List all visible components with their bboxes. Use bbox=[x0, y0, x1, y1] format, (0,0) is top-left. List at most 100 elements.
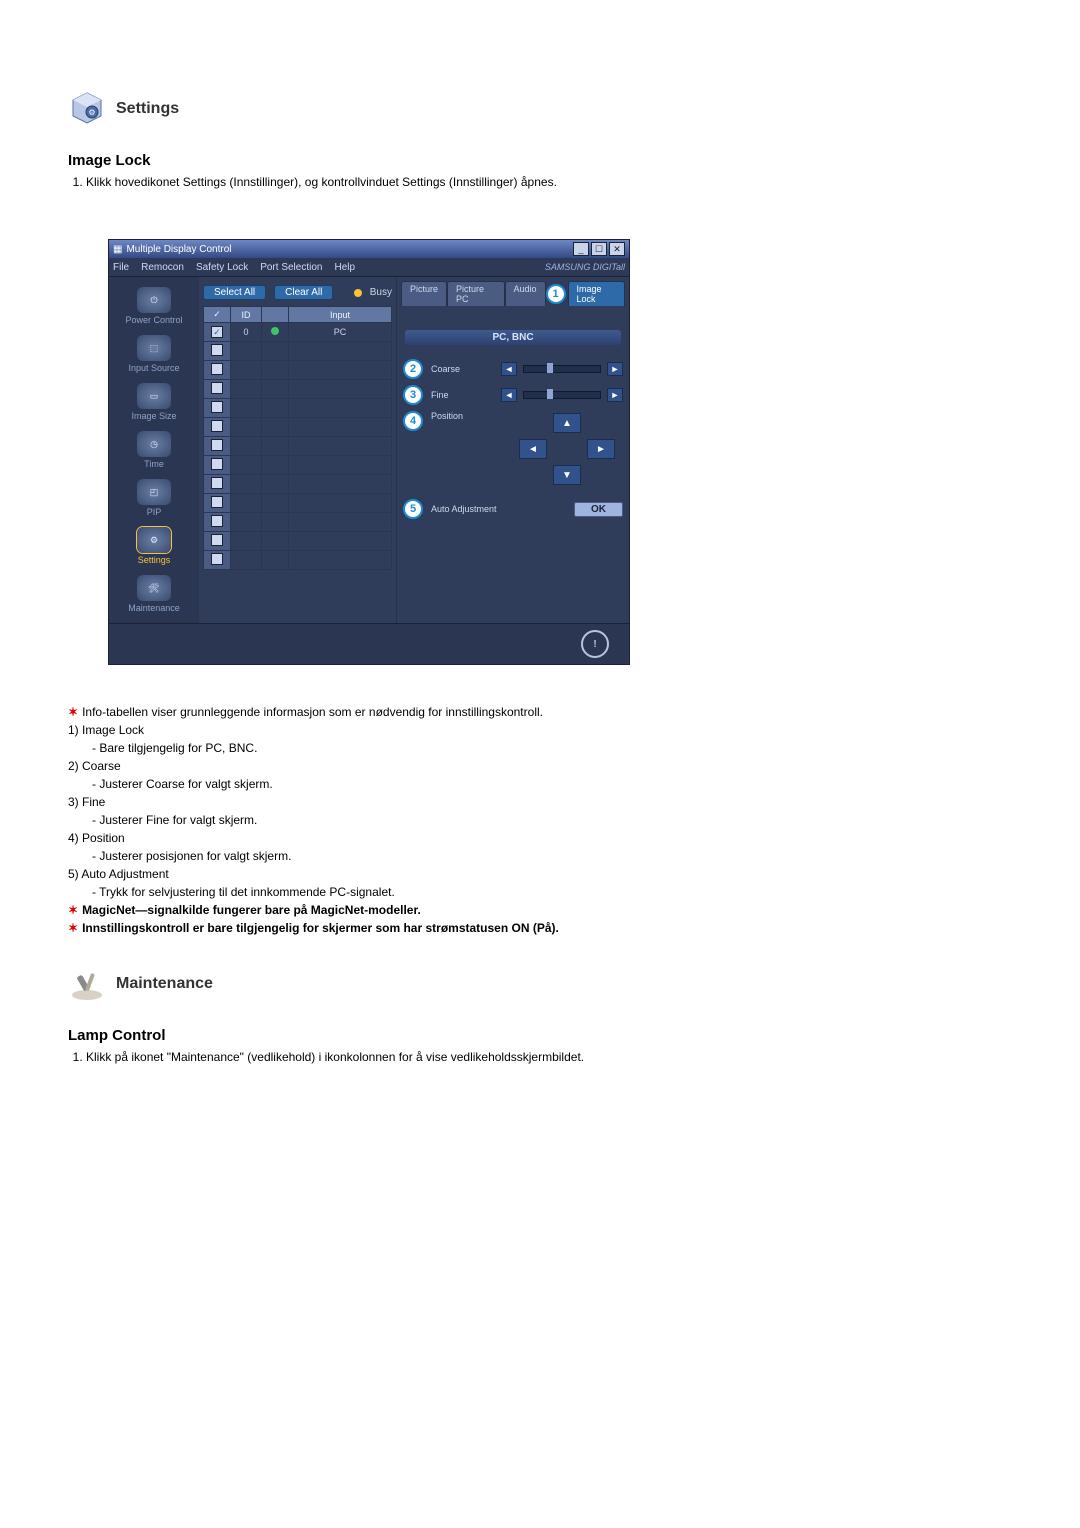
table-row bbox=[204, 418, 392, 437]
power-icon: ⏻ bbox=[137, 287, 171, 313]
maintenance-wrench-icon bbox=[68, 965, 106, 1003]
col-check[interactable]: ✓ bbox=[204, 307, 231, 323]
window-maximize-button[interactable]: ☐ bbox=[591, 242, 607, 256]
table-row[interactable]: 0 PC bbox=[204, 323, 392, 342]
fine-label: Fine bbox=[431, 390, 495, 400]
col-id[interactable]: ID bbox=[231, 307, 262, 323]
empty-checkbox[interactable] bbox=[211, 420, 223, 432]
maintenance-icon: 🛠 bbox=[137, 575, 171, 601]
warn2: Innstillingskontroll er bare tilgjengeli… bbox=[82, 921, 559, 935]
callout-3: 3 bbox=[403, 385, 423, 405]
nav-image-size[interactable]: ▭ Image Size bbox=[116, 379, 192, 425]
position-label: Position bbox=[431, 411, 495, 421]
empty-checkbox[interactable] bbox=[211, 515, 223, 527]
tab-audio[interactable]: Audio bbox=[505, 281, 546, 306]
lamp-control-subtitle: Lamp Control bbox=[68, 1027, 1012, 1044]
tab-picture-pc[interactable]: Picture PC bbox=[447, 281, 505, 306]
nav-settings-label: Settings bbox=[138, 555, 171, 565]
star-icon: ✶ bbox=[68, 903, 78, 917]
menu-port-selection[interactable]: Port Selection bbox=[260, 262, 322, 273]
table-row bbox=[204, 437, 392, 456]
table-row bbox=[204, 361, 392, 380]
busy-label: Busy bbox=[370, 287, 392, 298]
empty-checkbox[interactable] bbox=[211, 496, 223, 508]
mdc-window: ▦ Multiple Display Control _ ☐ ✕ File Re… bbox=[108, 239, 630, 665]
item5-title: Auto Adjustment bbox=[81, 867, 168, 881]
fine-inc-button[interactable]: ► bbox=[607, 388, 623, 402]
window-title: Multiple Display Control bbox=[126, 244, 231, 255]
app-footer: ! bbox=[109, 623, 629, 664]
position-left-button[interactable]: ◄ bbox=[519, 439, 547, 459]
empty-checkbox[interactable] bbox=[211, 458, 223, 470]
select-all-button[interactable]: Select All bbox=[203, 285, 266, 300]
empty-checkbox[interactable] bbox=[211, 363, 223, 375]
menu-remocon[interactable]: Remocon bbox=[141, 262, 184, 273]
nav-input-source[interactable]: ⬚ Input Source bbox=[116, 331, 192, 377]
item4-title: Position bbox=[82, 831, 125, 845]
table-row bbox=[204, 456, 392, 475]
coarse-inc-button[interactable]: ► bbox=[607, 362, 623, 376]
empty-checkbox[interactable] bbox=[211, 344, 223, 356]
row0-id: 0 bbox=[231, 323, 262, 342]
nav-maintenance[interactable]: 🛠 Maintenance bbox=[116, 571, 192, 617]
settings-steps: Klikk hovedikonet Settings (Innstillinge… bbox=[86, 175, 1012, 189]
nav-pip-label: PIP bbox=[147, 507, 162, 517]
item2-title: Coarse bbox=[82, 759, 121, 773]
tab-image-lock[interactable]: Image Lock bbox=[568, 281, 625, 306]
table-row bbox=[204, 551, 392, 570]
display-list-panel: Select All Clear All Busy ✓ ID Input 0 P… bbox=[199, 277, 396, 623]
item2-sub: - Justerer Coarse for valgt skjerm. bbox=[92, 777, 1012, 791]
settings-cube-icon: ⚙ bbox=[68, 90, 106, 128]
nav-image-size-label: Image Size bbox=[131, 411, 176, 421]
clear-all-button[interactable]: Clear All bbox=[274, 285, 333, 300]
nav-pip[interactable]: ◰ PIP bbox=[116, 475, 192, 521]
fine-dec-button[interactable]: ◄ bbox=[501, 388, 517, 402]
settings-step-1: Klikk hovedikonet Settings (Innstillinge… bbox=[86, 175, 1012, 189]
image-lock-panel: Picture Picture PC Audio 1 Image Lock PC… bbox=[396, 277, 629, 623]
tab-picture[interactable]: Picture bbox=[401, 281, 447, 306]
row0-checkbox[interactable] bbox=[211, 326, 223, 338]
empty-checkbox[interactable] bbox=[211, 382, 223, 394]
tab-row: Picture Picture PC Audio 1 Image Lock bbox=[401, 281, 625, 306]
nav-settings[interactable]: ⚙ Settings bbox=[116, 523, 192, 569]
menu-safety-lock[interactable]: Safety Lock bbox=[196, 262, 248, 273]
nav-maintenance-label: Maintenance bbox=[128, 603, 180, 613]
empty-checkbox[interactable] bbox=[211, 477, 223, 489]
callout-1: 1 bbox=[546, 284, 566, 304]
time-icon: ◷ bbox=[137, 431, 171, 457]
table-row bbox=[204, 342, 392, 361]
settings-heading: ⚙ Settings bbox=[68, 90, 1012, 128]
position-up-button[interactable]: ▲ bbox=[553, 413, 581, 433]
empty-checkbox[interactable] bbox=[211, 401, 223, 413]
star-icon: ✶ bbox=[68, 705, 78, 719]
coarse-dec-button[interactable]: ◄ bbox=[501, 362, 517, 376]
maintenance-step-1: Klikk på ikonet "Maintenance" (vedlikeho… bbox=[86, 1050, 1012, 1064]
empty-checkbox[interactable] bbox=[211, 534, 223, 546]
coarse-slider[interactable] bbox=[523, 365, 601, 373]
window-close-button[interactable]: ✕ bbox=[609, 242, 625, 256]
nav-time[interactable]: ◷ Time bbox=[116, 427, 192, 473]
menu-help[interactable]: Help bbox=[334, 262, 355, 273]
position-right-button[interactable]: ► bbox=[587, 439, 615, 459]
menu-file[interactable]: File bbox=[113, 262, 129, 273]
empty-checkbox[interactable] bbox=[211, 553, 223, 565]
item3-sub: - Justerer Fine for valgt skjerm. bbox=[92, 813, 1012, 827]
item3-title: Fine bbox=[82, 795, 105, 809]
nav-power-control[interactable]: ⏻ Power Control bbox=[116, 283, 192, 329]
row0-status-led-icon bbox=[271, 327, 279, 335]
fine-slider[interactable] bbox=[523, 391, 601, 399]
col-input[interactable]: Input bbox=[289, 307, 392, 323]
empty-checkbox[interactable] bbox=[211, 439, 223, 451]
item5-sub: - Trykk for selvjustering til det innkom… bbox=[92, 885, 1012, 899]
table-header-row: ✓ ID Input bbox=[204, 307, 392, 323]
position-down-button[interactable]: ▼ bbox=[553, 465, 581, 485]
table-row bbox=[204, 399, 392, 418]
row0-input: PC bbox=[289, 323, 392, 342]
window-minimize-button[interactable]: _ bbox=[573, 242, 589, 256]
side-nav: ⏻ Power Control ⬚ Input Source ▭ Image S… bbox=[109, 277, 199, 623]
table-row bbox=[204, 475, 392, 494]
pip-icon: ◰ bbox=[137, 479, 171, 505]
ok-button[interactable]: OK bbox=[574, 502, 623, 517]
busy-indicator-icon bbox=[354, 289, 362, 297]
pc-bnc-strip: PC, BNC bbox=[405, 330, 621, 345]
